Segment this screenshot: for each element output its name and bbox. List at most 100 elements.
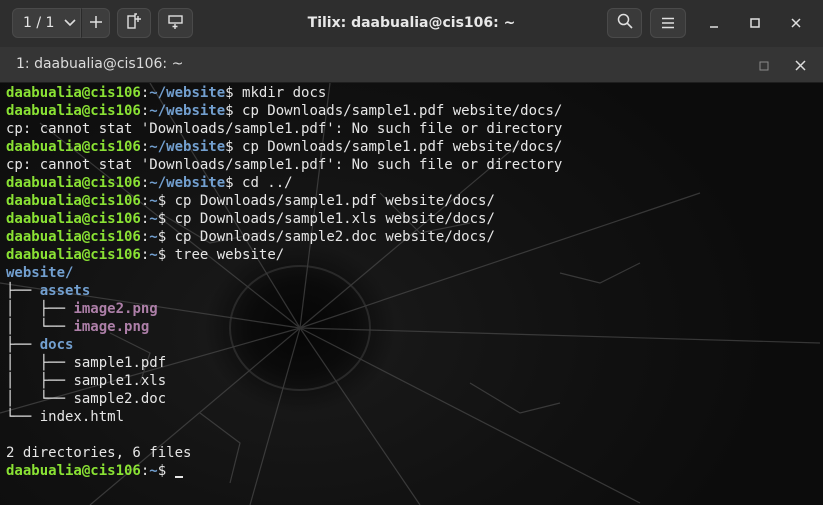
prompt-command bbox=[166, 463, 174, 479]
terminal-tab-bar: 1: daabualia@cis106: ~ bbox=[0, 47, 823, 83]
minimize-button[interactable] bbox=[700, 9, 728, 37]
search-button[interactable] bbox=[607, 8, 642, 38]
prompt-command: cp Downloads/sample1.xls website/docs/ bbox=[166, 211, 495, 227]
tab-maximize-icon bbox=[759, 56, 769, 75]
tree-branch: │ ├── bbox=[6, 373, 74, 389]
session-label: 1 / 1 bbox=[23, 15, 55, 31]
close-button[interactable] bbox=[782, 9, 810, 37]
terminal-prompt-line: daabualia@cis106:~$ tree website/ bbox=[6, 246, 562, 264]
tree-entry-name: image.png bbox=[73, 319, 150, 335]
add-terminal-right-icon bbox=[127, 13, 141, 33]
tree-entry-name: sample1.pdf bbox=[73, 355, 167, 371]
prompt-path: ~/website bbox=[149, 175, 226, 191]
prompt-user-host: daabualia@cis106 bbox=[6, 247, 141, 263]
tree-entry-name: sample2.doc bbox=[73, 391, 167, 407]
prompt-user-host: daabualia@cis106 bbox=[6, 211, 141, 227]
tree-entry: website/ bbox=[6, 264, 562, 282]
prompt-symbol: $ bbox=[225, 139, 234, 155]
prompt-user-host: daabualia@cis106 bbox=[6, 463, 141, 479]
prompt-symbol: $ bbox=[157, 463, 167, 479]
tree-branch: │ └── bbox=[6, 319, 74, 335]
tab-close-icon bbox=[794, 56, 806, 75]
output-text: 2 directories, 6 files bbox=[6, 445, 192, 461]
chevron-down-icon bbox=[64, 15, 77, 31]
terminal-cursor bbox=[174, 476, 183, 478]
prompt-command: cp Downloads/sample1.pdf website/docs/ bbox=[233, 139, 563, 155]
header-bar: 1 / 1 Tilix: daabualia@cis106: ~ bbox=[0, 0, 823, 48]
terminal-output-line: 2 directories, 6 files bbox=[6, 444, 562, 462]
terminal-tab-title[interactable]: 1: daabualia@cis106: ~ bbox=[16, 47, 183, 82]
terminal-prompt-line: daabualia@cis106:~$ cp Downloads/sample1… bbox=[6, 192, 562, 210]
terminal-area[interactable]: daabualia@cis106:~/website$ mkdir docs da… bbox=[0, 83, 823, 505]
prompt-command: cp Downloads/sample1.pdf website/docs/ bbox=[166, 193, 495, 209]
tree-entry-name: index.html bbox=[39, 409, 125, 425]
prompt-symbol: $ bbox=[157, 229, 167, 245]
tab-maximize-button[interactable] bbox=[750, 51, 778, 79]
add-session-button[interactable] bbox=[81, 8, 110, 38]
prompt-user-host: daabualia@cis106 bbox=[6, 139, 141, 155]
terminal-prompt-line: daabualia@cis106:~/website$ cd ../ bbox=[6, 174, 562, 192]
tab-close-button[interactable] bbox=[786, 51, 814, 79]
tree-branch: │ ├── bbox=[6, 355, 74, 371]
prompt-user-host: daabualia@cis106 bbox=[6, 103, 141, 119]
tree-entry-name: docs bbox=[39, 337, 74, 353]
prompt-command: tree website/ bbox=[166, 247, 285, 263]
prompt-symbol: $ bbox=[157, 193, 167, 209]
tree-branch: ├── bbox=[6, 337, 40, 353]
terminal-prompt-line: daabualia@cis106:~/website$ mkdir docs bbox=[6, 84, 562, 102]
close-icon bbox=[790, 14, 802, 33]
session-switcher-button[interactable]: 1 / 1 bbox=[12, 8, 81, 38]
search-icon bbox=[617, 13, 633, 33]
tree-entry-name: website/ bbox=[6, 265, 74, 281]
prompt-symbol: $ bbox=[157, 247, 167, 263]
tree-entry-name: sample1.xls bbox=[73, 373, 167, 389]
prompt-path: ~ bbox=[149, 211, 158, 227]
hamburger-menu-icon bbox=[661, 14, 675, 33]
prompt-symbol: $ bbox=[157, 211, 167, 227]
tree-entry: ├── docs bbox=[6, 336, 562, 354]
terminal-output-line: cp: cannot stat 'Downloads/sample1.pdf':… bbox=[6, 120, 562, 138]
add-terminal-right-button[interactable] bbox=[117, 8, 151, 38]
terminal-prompt-line: daabualia@cis106:~/website$ cp Downloads… bbox=[6, 102, 562, 120]
add-terminal-down-button[interactable] bbox=[158, 8, 193, 38]
tree-entry-name: assets bbox=[39, 283, 91, 299]
prompt-path: ~ bbox=[149, 229, 158, 245]
prompt-path: ~/website bbox=[149, 139, 226, 155]
terminal-output-line: cp: cannot stat 'Downloads/sample1.pdf':… bbox=[6, 156, 562, 174]
prompt-path: ~ bbox=[149, 247, 158, 263]
prompt-command: cp Downloads/sample2.doc website/docs/ bbox=[166, 229, 495, 245]
maximize-button[interactable] bbox=[741, 9, 769, 37]
terminal-prompt-line: daabualia@cis106:~/website$ cp Downloads… bbox=[6, 138, 562, 156]
prompt-user-host: daabualia@cis106 bbox=[6, 193, 141, 209]
tree-branch: └── bbox=[6, 409, 40, 425]
tree-entry: │ └── sample2.doc bbox=[6, 390, 562, 408]
maximize-icon bbox=[749, 14, 761, 33]
prompt-path: ~/website bbox=[149, 103, 226, 119]
minimize-icon bbox=[708, 14, 720, 33]
prompt-command: cd ../ bbox=[233, 175, 293, 191]
tree-entry-name: image2.png bbox=[73, 301, 158, 317]
prompt-command: cp Downloads/sample1.pdf website/docs/ bbox=[233, 103, 563, 119]
terminal-prompt-line: daabualia@cis106:~$ cp Downloads/sample1… bbox=[6, 210, 562, 228]
tree-entry: ├── assets bbox=[6, 282, 562, 300]
tree-branch: ├── bbox=[6, 283, 40, 299]
prompt-symbol: $ bbox=[225, 175, 234, 191]
add-terminal-down-icon bbox=[167, 14, 184, 33]
prompt-command: mkdir docs bbox=[233, 85, 327, 101]
output-text: cp: cannot stat 'Downloads/sample1.pdf':… bbox=[6, 157, 563, 173]
tree-entry: │ ├── sample1.pdf bbox=[6, 354, 562, 372]
prompt-user-host: daabualia@cis106 bbox=[6, 175, 141, 191]
terminal-prompt-line: daabualia@cis106:~$ cp Downloads/sample2… bbox=[6, 228, 562, 246]
tree-entry: │ └── image.png bbox=[6, 318, 562, 336]
plus-icon bbox=[89, 14, 103, 33]
prompt-path: ~ bbox=[149, 463, 158, 479]
terminal-output: daabualia@cis106:~/website$ mkdir docs da… bbox=[6, 84, 562, 480]
prompt-user-host: daabualia@cis106 bbox=[6, 229, 141, 245]
tree-entry: │ ├── image2.png bbox=[6, 300, 562, 318]
prompt-symbol: $ bbox=[225, 85, 234, 101]
tree-branch: │ └── bbox=[6, 391, 74, 407]
main-menu-button[interactable] bbox=[650, 8, 686, 38]
output-text: cp: cannot stat 'Downloads/sample1.pdf':… bbox=[6, 121, 563, 137]
prompt-path: ~ bbox=[149, 193, 158, 209]
